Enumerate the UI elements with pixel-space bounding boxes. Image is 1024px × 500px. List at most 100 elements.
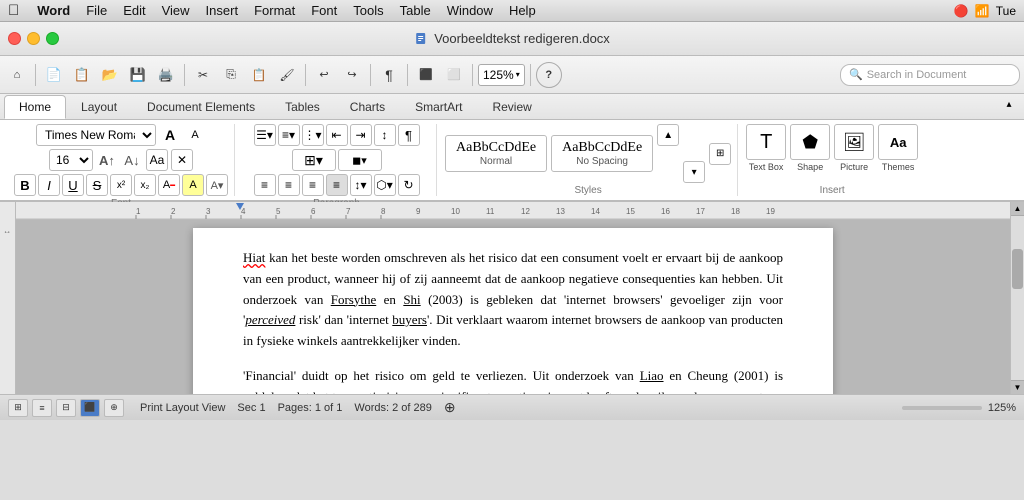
tab-tables[interactable]: Tables: [270, 95, 335, 119]
font-size-decrease[interactable]: A: [159, 124, 181, 146]
menu-table[interactable]: Table: [392, 1, 439, 20]
indent-button[interactable]: ⇥: [350, 124, 372, 146]
pilcrow-btn[interactable]: ¶: [398, 124, 420, 146]
status-icon-5[interactable]: ⊕: [104, 399, 124, 417]
pilcrow-button[interactable]: ¶: [376, 62, 402, 88]
templates-button[interactable]: 📋: [69, 62, 95, 88]
zoom-control[interactable]: 125% ▾: [478, 64, 525, 86]
scroll-down-button[interactable]: ▼: [1011, 380, 1024, 394]
line-spacing[interactable]: ↕▾: [350, 174, 372, 196]
styles-more[interactable]: ⊞: [709, 143, 731, 165]
doc-area: ↕ 1 2 3 4 5 6 7 8: [0, 202, 1024, 394]
insert-content: T Text Box ⬟ Shape 🖼 Picture Aa Themes: [746, 124, 918, 183]
menu-word[interactable]: Word: [29, 1, 78, 20]
align-left[interactable]: ≡: [254, 174, 276, 196]
cut-button[interactable]: ✂: [190, 62, 216, 88]
font-shrink[interactable]: A↓: [121, 149, 143, 171]
doc-scroll-area[interactable]: Hiat kan het beste worden omschreven als…: [16, 220, 1010, 394]
status-icon-2[interactable]: ≡: [32, 399, 52, 417]
font-size-increase[interactable]: A: [184, 124, 206, 146]
tab-home[interactable]: Home: [4, 95, 66, 119]
new-doc-button[interactable]: 📄: [41, 62, 67, 88]
align-right[interactable]: ≡: [302, 174, 324, 196]
tab-layout[interactable]: Layout: [66, 95, 132, 119]
tab-review[interactable]: Review: [477, 95, 546, 119]
view-toggle2[interactable]: ⬜: [441, 62, 467, 88]
align-justify[interactable]: ≡: [326, 174, 348, 196]
scroll-thumb[interactable]: [1012, 249, 1023, 289]
italic-button[interactable]: I: [38, 174, 60, 196]
scrollbar-vertical[interactable]: ▲ ▼: [1010, 202, 1024, 394]
borders-button[interactable]: ⊞▾: [292, 149, 336, 171]
text-box-button[interactable]: T: [746, 124, 786, 160]
ribbon-collapse[interactable]: ▴: [998, 93, 1020, 115]
themes-button[interactable]: Aa: [878, 124, 918, 160]
sort-button[interactable]: ↕: [374, 124, 396, 146]
undo-button[interactable]: ↩: [311, 62, 337, 88]
style-normal[interactable]: AaBbCcDdEe Normal: [445, 135, 547, 172]
picture-button[interactable]: 🖼: [834, 124, 874, 160]
bold-button[interactable]: B: [14, 174, 36, 196]
status-icon-1[interactable]: ⊞: [8, 399, 28, 417]
font-size-select[interactable]: 16: [49, 149, 93, 171]
tab-charts[interactable]: Charts: [335, 95, 400, 119]
text-box-label: Text Box: [749, 162, 784, 172]
shape-button[interactable]: ⬟: [790, 124, 830, 160]
menu-window[interactable]: Window: [439, 1, 501, 20]
font-grow[interactable]: A↑: [96, 149, 118, 171]
help-circle-button[interactable]: ?: [536, 62, 562, 88]
multilevel-button[interactable]: ⋮▾: [302, 124, 324, 146]
minimize-button[interactable]: [27, 32, 40, 45]
text-direction[interactable]: ↻: [398, 174, 420, 196]
underline-button[interactable]: U: [62, 174, 84, 196]
print-button[interactable]: 🖨️: [153, 62, 179, 88]
tab-document-elements[interactable]: Document Elements: [132, 95, 270, 119]
menu-edit[interactable]: Edit: [115, 1, 153, 20]
copy-button[interactable]: ⎘: [218, 62, 244, 88]
menu-format[interactable]: Format: [246, 1, 303, 20]
menu-tools[interactable]: Tools: [345, 1, 391, 20]
change-case[interactable]: Aa: [146, 149, 168, 171]
para-spacing[interactable]: ⬡▾: [374, 174, 396, 196]
paste-button[interactable]: 📋: [246, 62, 272, 88]
apple-menu[interactable]: : [8, 2, 19, 19]
search-box[interactable]: 🔍 Search in Document: [840, 64, 1020, 86]
home-button[interactable]: ⌂: [4, 62, 30, 88]
menu-help[interactable]: Help: [501, 1, 544, 20]
align-center[interactable]: ≡: [278, 174, 300, 196]
menu-insert[interactable]: Insert: [198, 1, 247, 20]
font-name-select[interactable]: Times New Roman: [36, 124, 156, 146]
save-button[interactable]: 💾: [125, 62, 151, 88]
view-toggle[interactable]: ⬛: [413, 62, 439, 88]
status-icon-3[interactable]: ⊟: [56, 399, 76, 417]
menu-view[interactable]: View: [154, 1, 198, 20]
clear-format[interactable]: ✕: [171, 149, 193, 171]
styles-scroll-up[interactable]: ▲: [657, 124, 679, 146]
scroll-up-button[interactable]: ▲: [1011, 202, 1024, 216]
superscript-button[interactable]: x²: [110, 174, 132, 196]
strikethrough-button[interactable]: S: [86, 174, 108, 196]
outdent-button[interactable]: ⇤: [326, 124, 348, 146]
open-button[interactable]: 📂: [97, 62, 123, 88]
status-icon-4[interactable]: ⬛: [80, 399, 100, 417]
zoom-slider[interactable]: [902, 406, 982, 410]
bullets-button[interactable]: ☰▾: [254, 124, 276, 146]
shading-button[interactable]: ◼▾: [338, 149, 382, 171]
redo-button[interactable]: ↪: [339, 62, 365, 88]
highlight-button[interactable]: A: [182, 174, 204, 196]
styles-scroll-down[interactable]: ▾: [683, 161, 705, 183]
close-button[interactable]: [8, 32, 21, 45]
zoom-dropdown-icon[interactable]: ▾: [516, 70, 520, 79]
style-nospacing[interactable]: AaBbCcDdEe No Spacing: [551, 135, 653, 172]
subscript-button[interactable]: x₂: [134, 174, 156, 196]
font-effect-button[interactable]: A▾: [206, 174, 228, 196]
menubar-right: 🔴 📶 Tue: [954, 4, 1016, 18]
font-color-button[interactable]: A▬: [158, 174, 180, 196]
menu-font[interactable]: Font: [303, 1, 345, 20]
format-painter[interactable]: 🖌: [274, 62, 300, 88]
maximize-button[interactable]: [46, 32, 59, 45]
menu-file[interactable]: File: [78, 1, 115, 20]
tab-smartart[interactable]: SmartArt: [400, 95, 477, 119]
ribbon-collapse-button[interactable]: ▴: [998, 93, 1020, 115]
numbering-button[interactable]: ≡▾: [278, 124, 300, 146]
